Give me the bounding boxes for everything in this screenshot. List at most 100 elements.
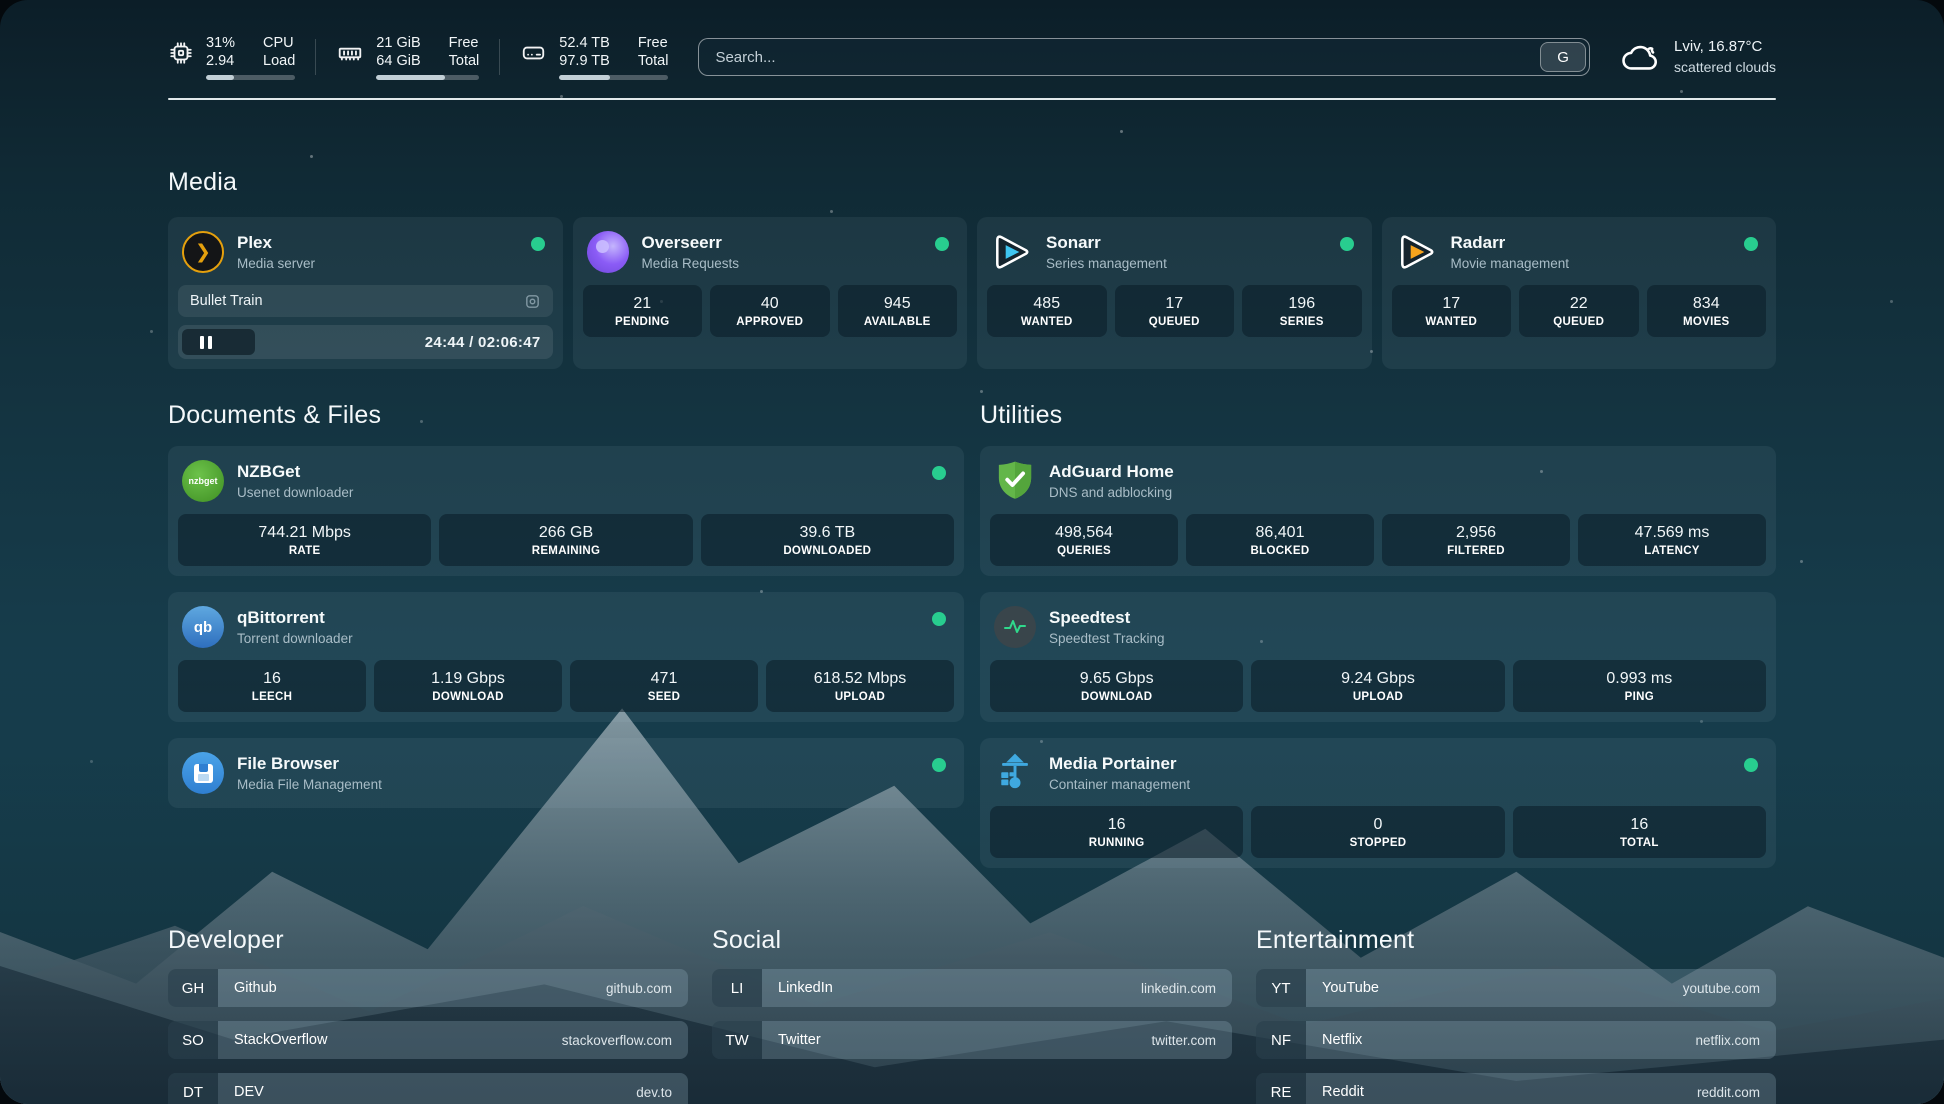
bookmark-stackoverflow[interactable]: SO StackOverflow stackoverflow.com bbox=[168, 1021, 688, 1059]
disk-resource-widget: 52.4 TB 97.9 TB Free Total bbox=[520, 34, 668, 80]
service-subtitle: DNS and adblocking bbox=[1049, 485, 1174, 500]
bookmark-domain: netflix.com bbox=[1695, 1033, 1776, 1048]
bookmark-domain: twitter.com bbox=[1151, 1033, 1232, 1048]
cpu-resource-widget: 31% 2.94 CPU Load bbox=[168, 34, 295, 80]
service-card-plex[interactable]: ❯ Plex Media server Bullet Train bbox=[168, 217, 563, 369]
bookmark-domain: reddit.com bbox=[1697, 1085, 1776, 1100]
bookmark-linkedin[interactable]: LI LinkedIn linkedin.com bbox=[712, 969, 1232, 1007]
homepage-dashboard: 31% 2.94 CPU Load bbox=[0, 0, 1944, 1104]
bookmark-reddit[interactable]: RE Reddit reddit.com bbox=[1256, 1073, 1776, 1104]
playback-time: 24:44 / 02:06:47 bbox=[425, 334, 541, 351]
cpu-values: 31% 2.94 bbox=[206, 34, 235, 70]
bookmark-abbr: RE bbox=[1256, 1073, 1306, 1104]
memory-icon bbox=[336, 40, 364, 66]
bookmark-netflix[interactable]: NF Netflix netflix.com bbox=[1256, 1021, 1776, 1059]
plex-player-bar: 24:44 / 02:06:47 bbox=[178, 325, 553, 359]
resource-widgets: 31% 2.94 CPU Load bbox=[168, 34, 668, 80]
stat-block: 498,564QUERIES bbox=[990, 514, 1178, 566]
header-divider bbox=[168, 98, 1776, 100]
disk-icon bbox=[520, 40, 547, 66]
status-dot bbox=[932, 612, 946, 626]
bookmark-dev[interactable]: DT DEV dev.to bbox=[168, 1073, 688, 1104]
disk-values: 52.4 TB 97.9 TB bbox=[559, 34, 610, 70]
stat-block: 0.993 msPING bbox=[1513, 660, 1766, 712]
camera-icon[interactable] bbox=[524, 293, 541, 310]
bookmark-abbr: YT bbox=[1256, 969, 1306, 1007]
disk-progress-bar bbox=[559, 75, 668, 80]
resource-separator bbox=[499, 39, 500, 75]
service-card-sonarr[interactable]: Sonarr Series management 485WANTED 17QUE… bbox=[977, 217, 1372, 369]
service-title: Media Portainer bbox=[1049, 754, 1190, 774]
radarr-icon bbox=[1396, 231, 1438, 273]
stat-block: 9.24 GbpsUPLOAD bbox=[1251, 660, 1504, 712]
status-dot bbox=[932, 466, 946, 480]
stat-block: 40APPROVED bbox=[710, 285, 830, 337]
service-card-portainer[interactable]: Media Portainer Container management 16R… bbox=[980, 738, 1776, 868]
cpu-icon bbox=[168, 40, 194, 66]
service-subtitle: Media File Management bbox=[237, 777, 382, 792]
bookmark-github[interactable]: GH Github github.com bbox=[168, 969, 688, 1007]
stat-block: 1.19 GbpsDOWNLOAD bbox=[374, 660, 562, 712]
stat-block: 17WANTED bbox=[1392, 285, 1512, 337]
overseerr-icon bbox=[587, 231, 629, 273]
bookmark-label: Github bbox=[218, 980, 277, 996]
service-card-nzbget[interactable]: nzbget NZBGet Usenet downloader 744.21 M… bbox=[168, 446, 964, 576]
stat-block: 9.65 GbpsDOWNLOAD bbox=[990, 660, 1243, 712]
service-title: Plex bbox=[237, 233, 315, 253]
pause-icon[interactable] bbox=[196, 332, 216, 353]
service-title: Speedtest bbox=[1049, 608, 1165, 628]
bookmark-group-entertainment: Entertainment YT YouTube youtube.com NF … bbox=[1256, 926, 1776, 1104]
service-title: NZBGet bbox=[237, 462, 353, 482]
stat-block: 22QUEUED bbox=[1519, 285, 1639, 337]
service-card-filebrowser[interactable]: File Browser Media File Management bbox=[168, 738, 964, 808]
service-card-radarr[interactable]: Radarr Movie management 17WANTED 22QUEUE… bbox=[1382, 217, 1777, 369]
service-card-overseerr[interactable]: Overseerr Media Requests 21PENDING 40APP… bbox=[573, 217, 968, 369]
bookmark-abbr: GH bbox=[168, 969, 218, 1007]
stat-block: 744.21 MbpsRATE bbox=[178, 514, 431, 566]
bookmark-youtube[interactable]: YT YouTube youtube.com bbox=[1256, 969, 1776, 1007]
bookmark-domain: dev.to bbox=[636, 1085, 688, 1100]
service-card-speedtest[interactable]: Speedtest Speedtest Tracking 9.65 GbpsDO… bbox=[980, 592, 1776, 722]
stat-block: 16LEECH bbox=[178, 660, 366, 712]
resource-separator bbox=[315, 39, 316, 75]
stat-block: 0STOPPED bbox=[1251, 806, 1504, 858]
bookmark-abbr: TW bbox=[712, 1021, 762, 1059]
bookmark-domain: stackoverflow.com bbox=[562, 1033, 688, 1048]
service-card-adguard[interactable]: AdGuard Home DNS and adblocking 498,564Q… bbox=[980, 446, 1776, 576]
service-subtitle: Usenet downloader bbox=[237, 485, 353, 500]
bookmark-label: LinkedIn bbox=[762, 980, 833, 996]
bookmark-label: DEV bbox=[218, 1084, 264, 1100]
bookmark-label: Twitter bbox=[762, 1032, 821, 1048]
service-title: qBittorrent bbox=[237, 608, 353, 628]
bookmark-twitter[interactable]: TW Twitter twitter.com bbox=[712, 1021, 1232, 1059]
service-subtitle: Series management bbox=[1046, 256, 1167, 271]
bookmark-domain: github.com bbox=[606, 981, 688, 996]
stat-block: 485WANTED bbox=[987, 285, 1107, 337]
speedtest-icon bbox=[994, 606, 1036, 648]
search-provider-button[interactable]: G bbox=[1540, 42, 1586, 72]
service-title: AdGuard Home bbox=[1049, 462, 1174, 482]
search-bar: G bbox=[698, 38, 1590, 76]
stat-block: 16RUNNING bbox=[990, 806, 1243, 858]
cpu-progress-bar bbox=[206, 75, 295, 80]
stat-block: 618.52 MbpsUPLOAD bbox=[766, 660, 954, 712]
service-subtitle: Speedtest Tracking bbox=[1049, 631, 1165, 646]
bookmark-label: StackOverflow bbox=[218, 1032, 327, 1048]
qbittorrent-icon: qb bbox=[182, 606, 224, 648]
weather-widget: Lviv, 16.87°C scattered clouds bbox=[1620, 37, 1776, 77]
service-subtitle: Media Requests bbox=[642, 256, 740, 271]
service-card-qbittorrent[interactable]: qb qBittorrent Torrent downloader 16LEEC… bbox=[168, 592, 964, 722]
section-title-utilities: Utilities bbox=[980, 401, 1776, 430]
search-input[interactable] bbox=[699, 49, 1540, 66]
status-dot bbox=[1744, 237, 1758, 251]
memory-labels: Free Total bbox=[449, 34, 480, 70]
memory-values: 21 GiB 64 GiB bbox=[376, 34, 420, 70]
status-dot bbox=[531, 237, 545, 251]
plex-now-playing-row: Bullet Train bbox=[178, 285, 553, 317]
stat-block: 834MOVIES bbox=[1647, 285, 1767, 337]
weather-condition: scattered clouds bbox=[1674, 57, 1776, 77]
playback-progress bbox=[182, 329, 255, 355]
filebrowser-icon bbox=[182, 752, 224, 794]
section-title-developer: Developer bbox=[168, 926, 688, 955]
bookmark-abbr: DT bbox=[168, 1073, 218, 1104]
